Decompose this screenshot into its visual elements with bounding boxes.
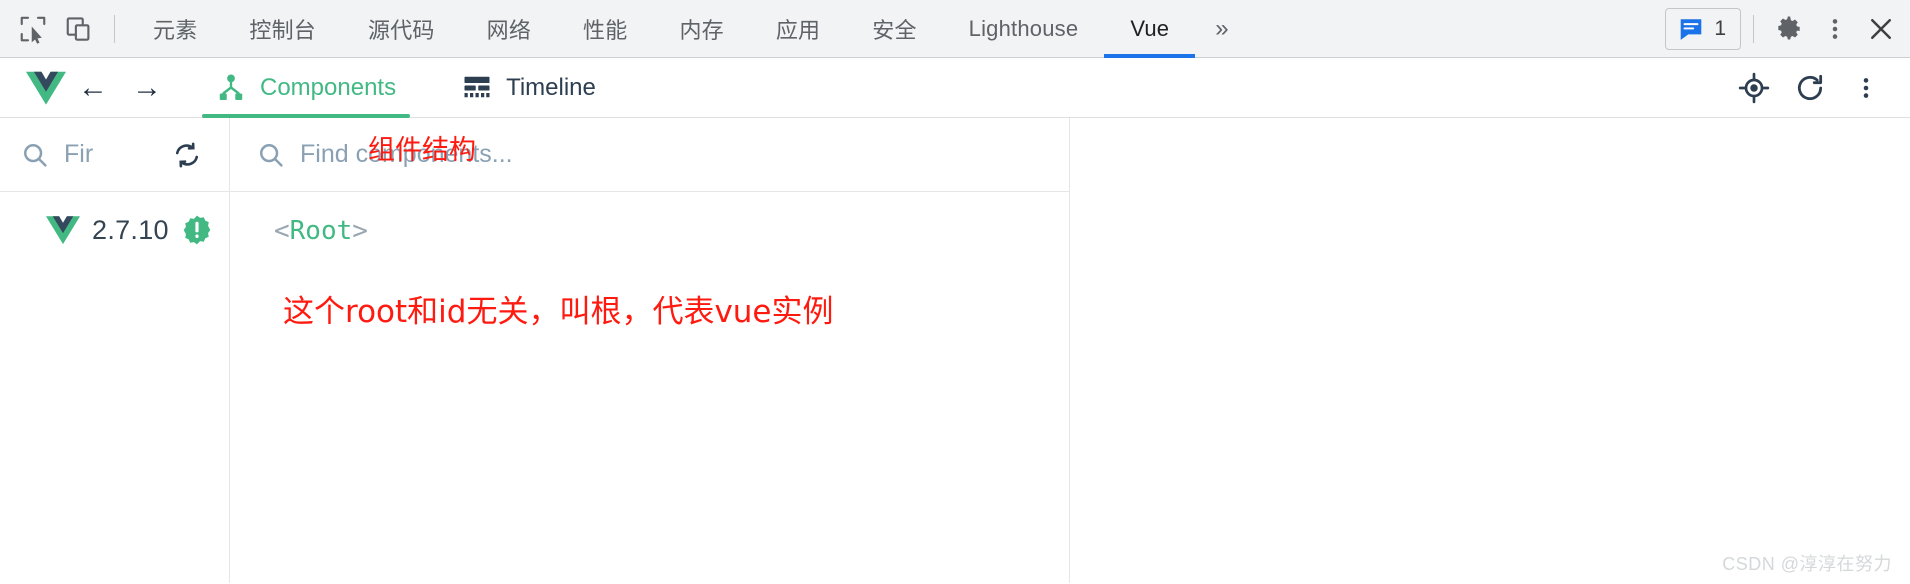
vue-tab-timeline[interactable]: Timeline — [444, 58, 614, 118]
arrow-right-icon: → — [132, 70, 162, 104]
devtools-body: Fir 2.7.10 Find components... <Root> — [0, 118, 1910, 583]
components-tree-icon — [219, 74, 243, 100]
toolbar-divider-right — [1753, 14, 1754, 43]
devtools-tabbar: 元素 控制台 源代码 网络 性能 内存 应用 安全 Lighthouse Vue… — [0, 0, 1910, 58]
tab-label: 控制台 — [249, 17, 317, 43]
tab-label: 安全 — [872, 17, 917, 43]
devtools-tab-list: 元素 控制台 源代码 网络 性能 内存 应用 安全 Lighthouse Vue… — [127, 0, 1665, 58]
components-panel: Find components... <Root> — [230, 118, 1070, 583]
select-component-icon[interactable] — [1728, 65, 1780, 111]
tab-overflow-icon[interactable]: » — [1195, 0, 1248, 58]
tab-label: 源代码 — [368, 17, 435, 43]
vue-tab-label: Timeline — [506, 73, 596, 101]
left-panel: Fir 2.7.10 — [0, 118, 230, 583]
device-toolbar-icon[interactable] — [56, 7, 102, 51]
warning-badge-icon[interactable] — [181, 214, 213, 246]
left-search-input[interactable]: Fir — [64, 140, 151, 169]
tab-application[interactable]: 应用 — [750, 0, 846, 58]
vue-devtools-toolbar: ← → Components Timeline — [0, 58, 1910, 118]
search-icon — [23, 143, 47, 167]
left-search-row[interactable]: Fir — [0, 118, 229, 192]
devtools-window: 元素 控制台 源代码 网络 性能 内存 应用 安全 Lighthouse Vue… — [0, 0, 1910, 584]
tab-overflow-label: » — [1215, 14, 1229, 42]
component-details-panel — [1070, 118, 1910, 583]
tree-node-root[interactable]: <Root> — [274, 216, 1069, 246]
tab-security[interactable]: 安全 — [846, 0, 942, 58]
refresh-icon[interactable] — [1784, 65, 1836, 111]
angle-bracket-open: < — [274, 216, 290, 246]
message-icon — [1681, 18, 1702, 40]
tab-vue[interactable]: Vue — [1104, 0, 1196, 58]
tab-label: 内存 — [679, 17, 724, 43]
sync-icon[interactable] — [165, 133, 209, 177]
kebab-menu-icon[interactable] — [1812, 7, 1858, 51]
tab-elements[interactable]: 元素 — [127, 0, 223, 58]
tab-console[interactable]: 控制台 — [223, 0, 342, 58]
watermark: CSDN @淳淳在努力 — [1722, 554, 1892, 574]
toolbar-divider — [114, 14, 115, 43]
vue-tab-label: Components — [260, 73, 397, 101]
component-tree: <Root> — [230, 192, 1069, 246]
vue-logo — [26, 71, 66, 105]
angle-bracket-close: > — [352, 216, 368, 246]
components-search-input[interactable]: Find components... — [300, 140, 1049, 169]
tab-performance[interactable]: 性能 — [557, 0, 653, 58]
tab-label: 性能 — [583, 17, 628, 43]
tab-label: 网络 — [486, 17, 532, 43]
close-icon[interactable] — [1858, 7, 1904, 51]
vue-version-row: 2.7.10 — [0, 192, 229, 246]
vue-toolbar-right — [1728, 65, 1892, 111]
inspect-element-icon[interactable] — [10, 7, 56, 51]
tab-label: 元素 — [153, 17, 198, 43]
devtools-toolbar-right: 1 — [1665, 7, 1904, 51]
vue-tab-components[interactable]: Components — [198, 58, 414, 118]
timeline-icon — [464, 76, 490, 97]
nav-back-button[interactable]: ← — [66, 65, 120, 111]
nav-forward-button[interactable]: → — [120, 65, 174, 111]
vue-logo — [46, 216, 80, 245]
component-name: Root — [289, 216, 353, 246]
components-search-row[interactable]: Find components... — [230, 118, 1069, 192]
tab-network[interactable]: 网络 — [461, 0, 557, 58]
message-count-button[interactable]: 1 — [1665, 7, 1741, 50]
search-icon — [259, 143, 283, 167]
tab-sources[interactable]: 源代码 — [342, 0, 461, 58]
arrow-left-icon: ← — [78, 70, 108, 104]
gear-icon[interactable] — [1766, 7, 1812, 51]
tab-label: Lighthouse — [968, 15, 1079, 41]
message-count-label: 1 — [1714, 16, 1726, 40]
tab-label: Vue — [1130, 15, 1170, 41]
tab-label: 应用 — [775, 17, 821, 43]
kebab-menu-icon[interactable] — [1840, 65, 1892, 111]
tab-lighthouse[interactable]: Lighthouse — [943, 0, 1105, 58]
tab-memory[interactable]: 内存 — [653, 0, 749, 58]
vue-version-label: 2.7.10 — [92, 214, 169, 245]
